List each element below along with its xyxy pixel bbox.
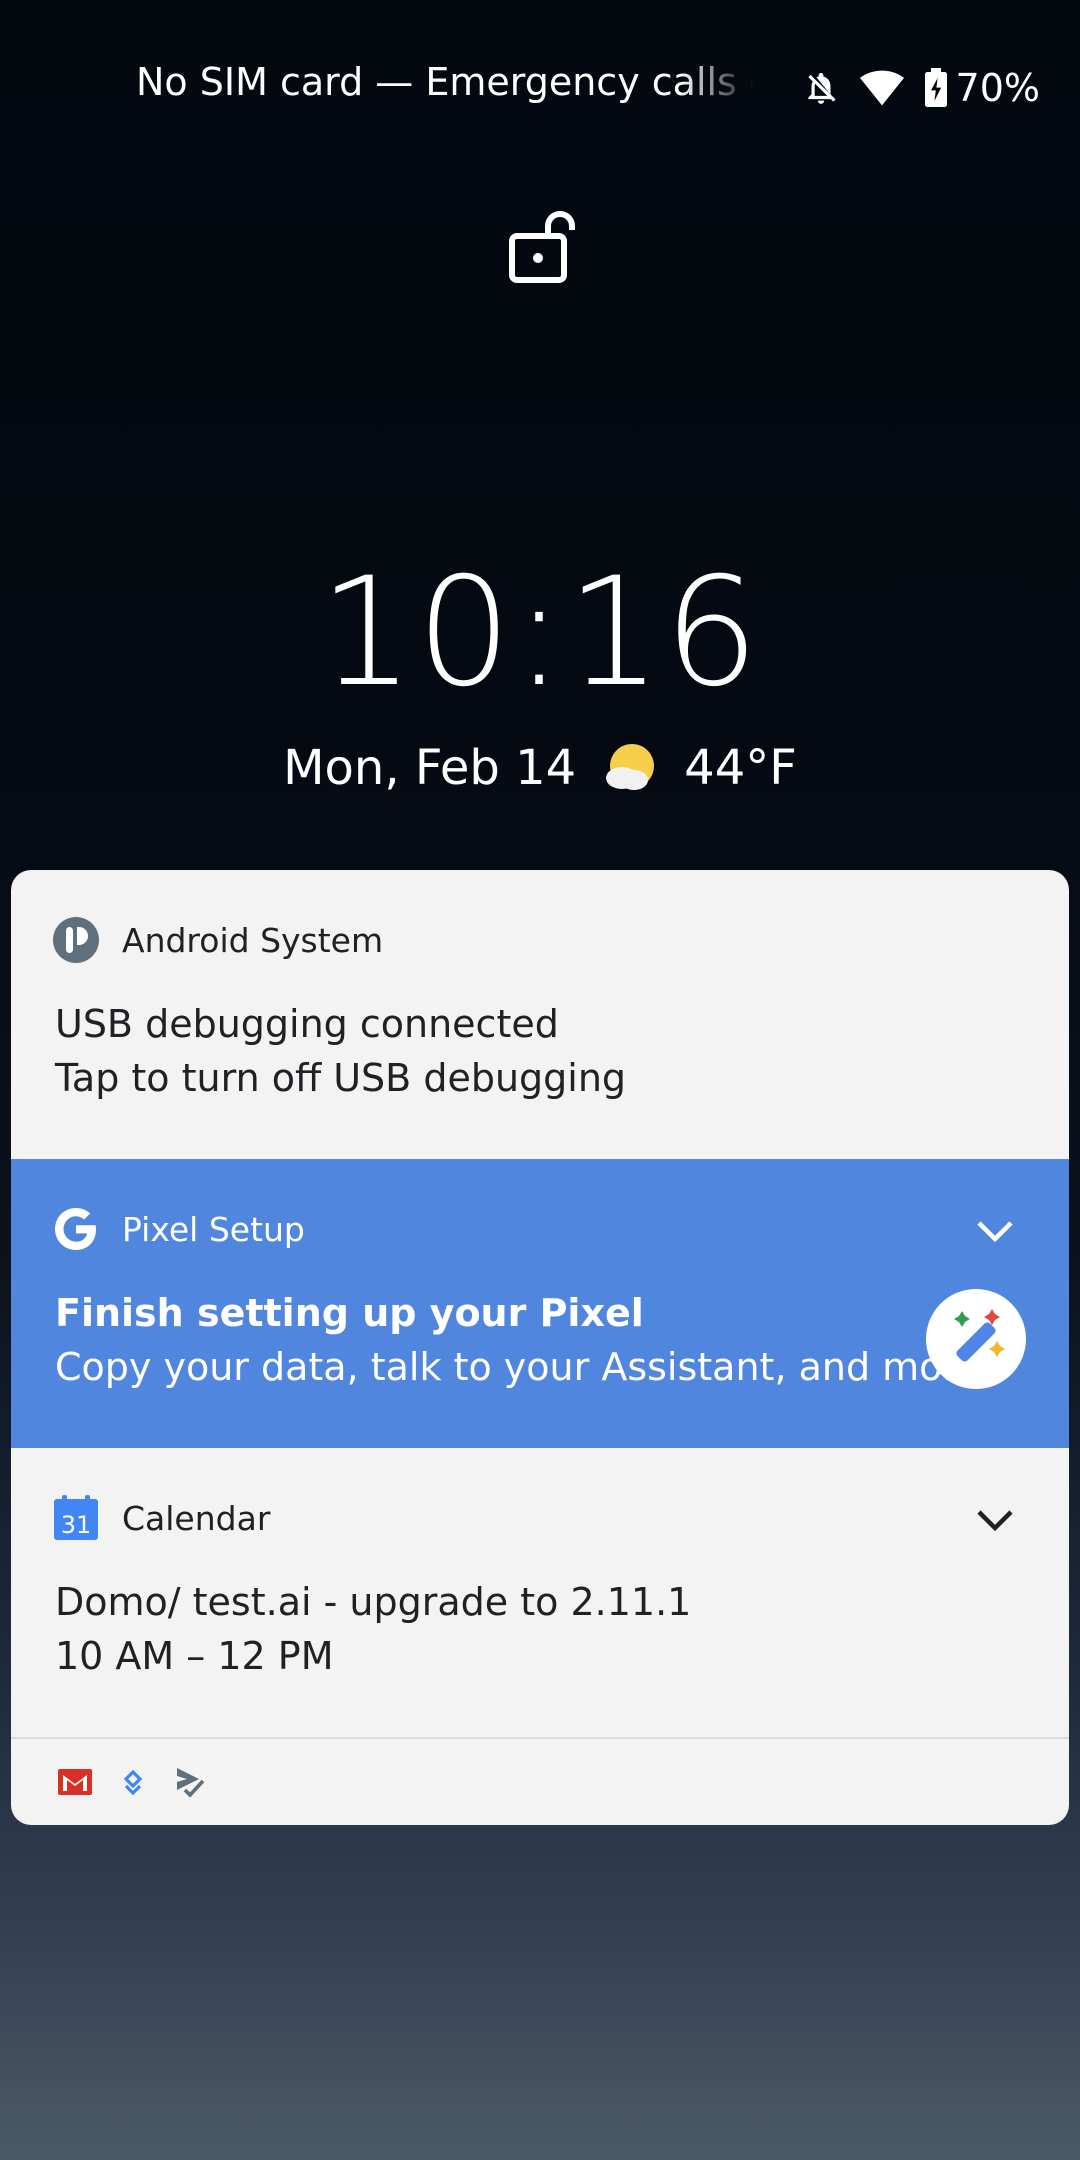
calendar-icon-label: 31 bbox=[61, 1511, 92, 1539]
gmail-icon bbox=[58, 1769, 92, 1795]
notification-calendar[interactable]: 31 Calendar Domo/ test.ai - upgrade to 2… bbox=[11, 1448, 1069, 1737]
notification-panel: Android System USB debugging connected T… bbox=[11, 870, 1069, 1825]
notification-pixel-setup[interactable]: Pixel Setup Finish setting up your Pixel… bbox=[11, 1159, 1069, 1448]
magic-wand-icon bbox=[954, 1309, 1005, 1362]
system-icons: 70% bbox=[802, 60, 1040, 116]
tasks-icon bbox=[177, 1768, 205, 1798]
wifi-icon bbox=[859, 70, 904, 106]
pixel-setup-badge bbox=[926, 1289, 1026, 1389]
google-g-icon bbox=[55, 1208, 96, 1250]
temperature: 44°F bbox=[684, 740, 797, 796]
lockscreen-date: Mon, Feb 14 bbox=[283, 740, 577, 796]
battery-charging-icon bbox=[924, 68, 947, 107]
bell-off-icon bbox=[807, 72, 836, 104]
partly-sunny-icon bbox=[606, 744, 655, 790]
app-name: Pixel Setup bbox=[122, 1209, 305, 1249]
notification-overflow-icons[interactable] bbox=[11, 1737, 1069, 1825]
date-weather-row[interactable]: Mon, Feb 14 44°F bbox=[0, 740, 1080, 796]
unlocked-padlock-icon[interactable] bbox=[506, 206, 578, 288]
lockscreen-clock: 10:16 bbox=[318, 546, 762, 720]
carrier-status-text: No SIM card — Emergency calls or bbox=[136, 60, 754, 104]
chevron-down-icon[interactable] bbox=[973, 1498, 1017, 1542]
status-bar: No SIM card — Emergency calls or 70% bbox=[0, 52, 1080, 122]
battery-indicator: 70% bbox=[924, 66, 1040, 110]
calendar-31-icon: 31 bbox=[54, 1495, 98, 1540]
notification-header: 31 Calendar bbox=[52, 1494, 270, 1542]
notification-text: Tap to turn off USB debugging bbox=[55, 1056, 627, 1100]
google-fit-icon bbox=[123, 1769, 143, 1796]
notification-title: Finish setting up your Pixel bbox=[55, 1291, 644, 1335]
app-name: Calendar bbox=[122, 1498, 271, 1538]
notification-text: 10 AM – 12 PM bbox=[55, 1634, 334, 1678]
app-name: Android System bbox=[122, 920, 384, 960]
chevron-down-icon[interactable] bbox=[973, 1209, 1017, 1253]
android-system-icon bbox=[53, 917, 99, 963]
notification-header: Android System bbox=[52, 916, 383, 964]
notification-text: Copy your data, talk to your Assistant, … bbox=[55, 1345, 981, 1389]
battery-percent: 70% bbox=[955, 66, 1040, 110]
notification-title: Domo/ test.ai - upgrade to 2.11.1 bbox=[55, 1580, 692, 1624]
notification-android-system[interactable]: Android System USB debugging connected T… bbox=[11, 870, 1069, 1159]
notification-header: Pixel Setup bbox=[52, 1205, 305, 1253]
notification-title: USB debugging connected bbox=[55, 1002, 559, 1046]
